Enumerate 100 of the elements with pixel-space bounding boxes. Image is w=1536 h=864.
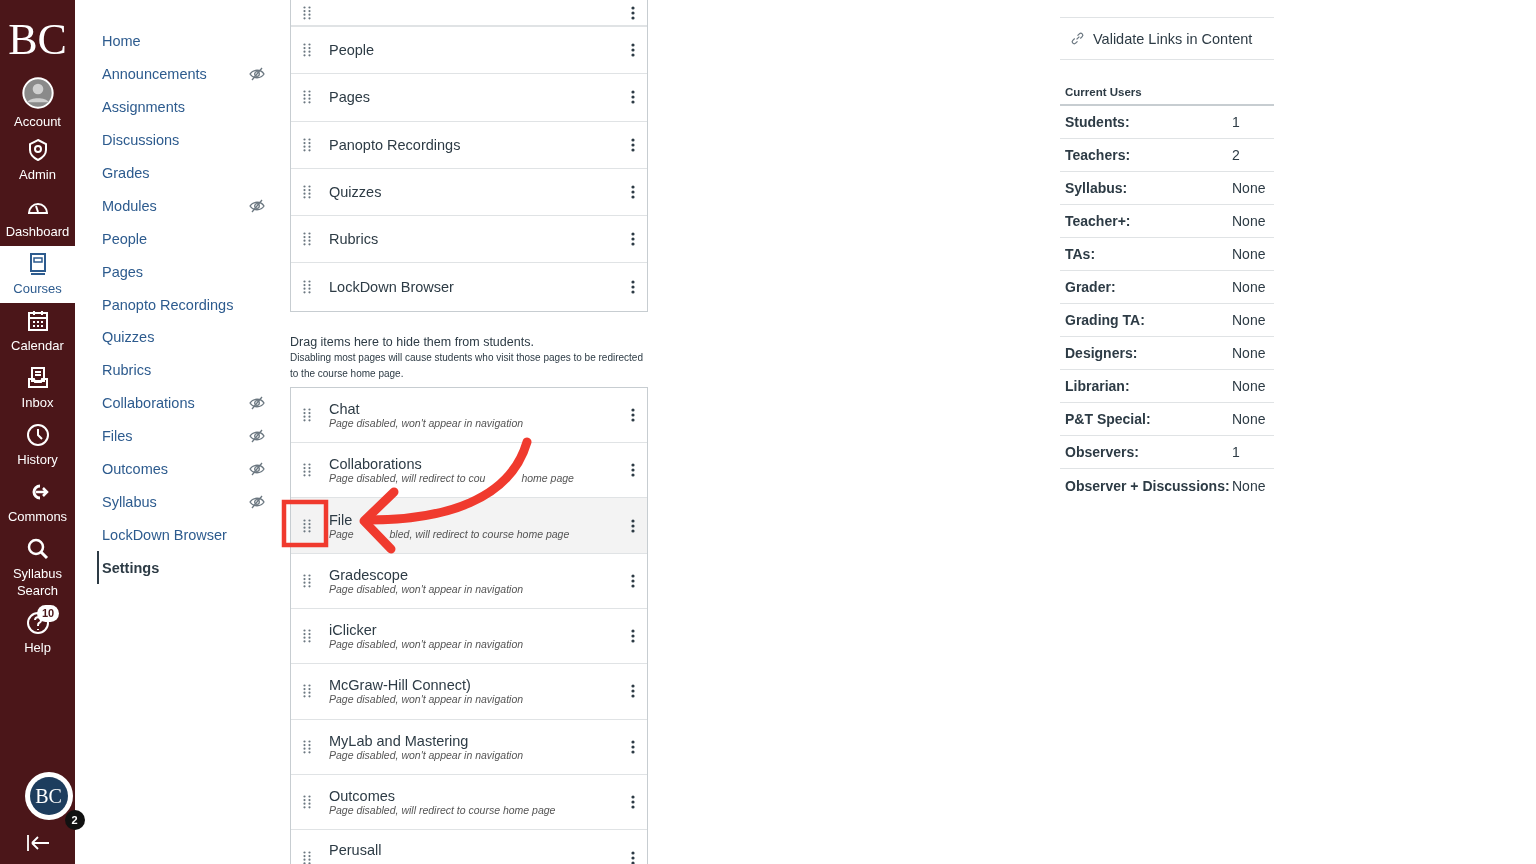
course-nav-link[interactable]: Files xyxy=(102,428,133,445)
drag-handle-icon[interactable] xyxy=(303,43,311,58)
more-options-icon[interactable] xyxy=(631,137,635,152)
link-icon xyxy=(1070,31,1085,46)
item-label: LockDown Browser xyxy=(329,279,455,296)
drag-handle-icon[interactable] xyxy=(303,280,311,295)
more-options-icon[interactable] xyxy=(631,90,635,105)
drag-handle-icon[interactable] xyxy=(303,795,311,809)
item-label: People xyxy=(329,42,376,59)
global-nav-item[interactable]: Commons xyxy=(0,474,75,531)
drag-handle-icon[interactable] xyxy=(303,463,311,478)
highlight-box xyxy=(281,499,329,548)
role-label: Grader: xyxy=(1065,279,1117,295)
course-nav-link[interactable]: Outcomes xyxy=(102,461,169,477)
global-nav-item[interactable]: History xyxy=(0,417,75,474)
role-label: Teachers: xyxy=(1065,147,1132,163)
course-nav-link[interactable]: Grades xyxy=(102,165,150,181)
more-options-icon[interactable] xyxy=(631,518,635,533)
course-nav-link[interactable]: Settings xyxy=(102,559,160,576)
more-options-icon[interactable] xyxy=(631,739,635,754)
more-options-icon[interactable] xyxy=(631,629,635,644)
note-text: Disabling most pages will cause students who visit those pages to be redirected to the course home page. xyxy=(290,350,644,381)
search-icon xyxy=(25,537,50,561)
drag-handle-icon[interactable] xyxy=(303,850,311,864)
section-heading: Current Users xyxy=(1060,60,1274,106)
item-status: Page disabled, will redirect to cou xyxy=(329,472,486,485)
role-label: Observers: xyxy=(1065,444,1140,460)
item-label: MyLab and Mastering xyxy=(329,732,470,749)
more-options-icon[interactable] xyxy=(631,185,635,200)
drag-handle-icon[interactable] xyxy=(303,185,311,200)
item-label: Panopto Recordings xyxy=(329,136,462,153)
item-label: Collaborations xyxy=(329,456,423,473)
item-status: Page disabled, won't appear in navigation xyxy=(329,638,524,651)
role-label: P&T Special: xyxy=(1065,411,1152,427)
course-nav-link[interactable]: People xyxy=(102,230,148,247)
role-label: Students: xyxy=(1065,114,1131,130)
drag-handle-icon[interactable] xyxy=(303,739,311,754)
more-options-icon[interactable] xyxy=(631,5,635,20)
user-count: None xyxy=(1232,345,1267,361)
course-nav-link[interactable]: Syllabus xyxy=(102,493,157,510)
course-nav-link[interactable]: Announcements xyxy=(102,66,207,83)
drag-handle-icon[interactable] xyxy=(303,232,311,247)
item-label: iClicker xyxy=(329,622,378,639)
global-nav-item[interactable]: Account xyxy=(0,75,75,132)
clock-icon xyxy=(25,423,50,447)
more-options-icon[interactable] xyxy=(631,407,635,422)
more-options-icon[interactable] xyxy=(631,850,635,864)
drag-handle-icon[interactable] xyxy=(303,629,311,644)
global-nav-item[interactable]: Calendar xyxy=(0,303,75,360)
instruction-text: Drag items here to hide them from students. xyxy=(290,334,535,349)
role-label: Librarian: xyxy=(1065,378,1131,394)
user-count: None xyxy=(1232,279,1267,295)
collapse-icon[interactable] xyxy=(25,834,50,852)
drag-handle-icon[interactable] xyxy=(303,573,311,588)
person-icon xyxy=(21,77,54,109)
course-nav-link[interactable]: Modules xyxy=(102,197,157,214)
global-nav-item[interactable]: Help 10 xyxy=(0,605,75,662)
global-nav-item[interactable]: Courses xyxy=(0,246,75,303)
global-nav-item[interactable]: Admin xyxy=(0,132,75,189)
drag-handle-icon[interactable] xyxy=(303,684,311,699)
course-nav-link[interactable]: Pages xyxy=(102,263,144,280)
drag-handle-icon[interactable] xyxy=(303,518,311,533)
drag-handle-icon[interactable] xyxy=(303,137,311,152)
drag-handle-icon[interactable] xyxy=(303,407,311,422)
user-count: None xyxy=(1232,246,1267,262)
item-status: Page xyxy=(329,527,354,540)
drag-handle-icon[interactable] xyxy=(303,5,311,20)
item-label: Outcomes xyxy=(329,788,397,804)
course-nav-link[interactable]: Discussions xyxy=(102,132,180,149)
course-nav-link[interactable]: LockDown Browser xyxy=(102,526,227,543)
more-options-icon[interactable] xyxy=(631,795,635,809)
more-options-icon[interactable] xyxy=(631,463,635,478)
global-nav-item[interactable]: Inbox xyxy=(0,360,75,417)
role-label: Syllabus: xyxy=(1065,180,1129,196)
drag-handle-icon[interactable] xyxy=(303,90,311,105)
item-label: Perusall xyxy=(329,841,383,858)
school-logo[interactable]: BC xyxy=(0,0,75,75)
global-nav-item[interactable]: Syllabus Search xyxy=(0,531,75,605)
more-options-icon[interactable] xyxy=(631,684,635,699)
item-status: Page disabled, will redirect to course home page xyxy=(329,804,556,816)
more-options-icon[interactable] xyxy=(631,573,635,588)
user-count: None xyxy=(1232,477,1267,494)
item-label: Rubrics xyxy=(329,231,380,248)
course-nav-link[interactable]: Panopto Recordings xyxy=(102,296,234,313)
course-nav-link[interactable]: Quizzes xyxy=(102,329,155,346)
role-label: Observer + Discussions: xyxy=(1065,477,1231,494)
course-nav-link[interactable]: Collaborations xyxy=(102,395,195,412)
more-options-icon[interactable] xyxy=(631,43,635,58)
more-options-icon[interactable] xyxy=(631,280,635,295)
user-count: None xyxy=(1232,180,1267,196)
course-nav-link[interactable]: Assignments xyxy=(102,99,185,116)
global-nav-item[interactable]: Dashboard xyxy=(0,189,75,246)
course-nav-link[interactable]: Rubrics xyxy=(102,362,152,379)
more-options-icon[interactable] xyxy=(631,232,635,247)
validate-links-button[interactable]: Validate Links in Content xyxy=(1060,17,1274,60)
course-nav-link[interactable]: Home xyxy=(102,33,141,50)
notification-badge: 10 xyxy=(37,605,60,622)
role-label: Grading TA: xyxy=(1065,312,1146,328)
item-status: bled, will redirect to course home page xyxy=(389,527,570,540)
item-label: File xyxy=(329,511,354,528)
